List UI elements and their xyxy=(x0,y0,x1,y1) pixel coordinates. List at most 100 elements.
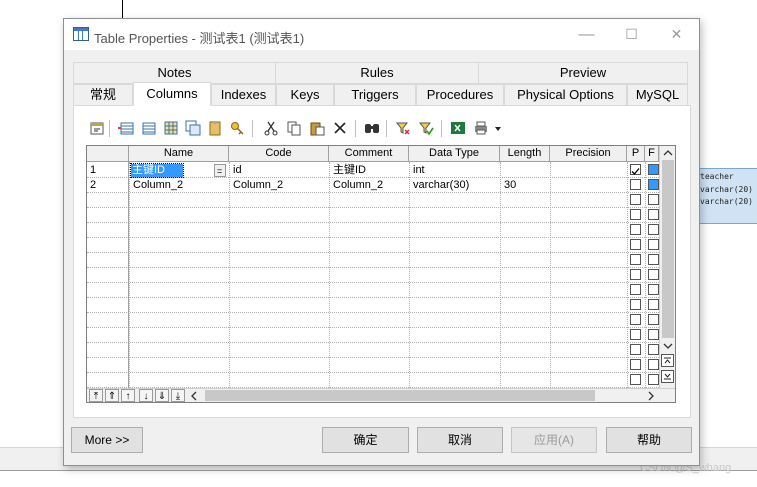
customize-columns-icon[interactable] xyxy=(418,120,434,136)
key-icon[interactable] xyxy=(229,120,245,136)
name-ellipsis-button[interactable]: = xyxy=(214,164,226,177)
move-up-button[interactable]: ↑ xyxy=(121,389,135,402)
foreign-key-checkbox[interactable] xyxy=(648,269,659,280)
maximize-button[interactable]: ☐ xyxy=(609,19,654,50)
foreign-key-checkbox[interactable] xyxy=(648,284,659,295)
foreign-key-checkbox[interactable] xyxy=(648,344,659,355)
tab-preview[interactable]: Preview xyxy=(478,62,688,84)
foreign-key-checkbox[interactable] xyxy=(648,314,659,325)
length-cell[interactable]: 30 xyxy=(501,178,549,193)
properties-icon[interactable] xyxy=(89,120,105,136)
more-button[interactable]: More >> xyxy=(71,427,143,453)
primary-key-checkbox[interactable] xyxy=(630,329,641,340)
primary-key-checkbox[interactable] xyxy=(630,359,641,370)
name-cell-selected[interactable]: 主键ID xyxy=(130,163,184,178)
minimize-button[interactable]: — xyxy=(564,19,609,50)
title-bar[interactable]: Table Properties - 测试表1 (测试表1) — ☐ ✕ xyxy=(64,19,699,50)
column-header-data-type[interactable]: Data Type xyxy=(409,146,500,162)
foreign-key-checkbox[interactable] xyxy=(648,359,659,370)
comment-cell[interactable]: 主键ID xyxy=(330,163,408,178)
foreign-key-checkbox[interactable] xyxy=(648,164,659,175)
foreign-key-checkbox[interactable] xyxy=(648,209,659,220)
tab-notes[interactable]: Notes xyxy=(73,62,276,84)
close-button[interactable]: ✕ xyxy=(654,19,699,50)
tab-columns[interactable]: Columns xyxy=(133,82,211,106)
primary-key-checkbox[interactable] xyxy=(630,284,641,295)
foreign-key-checkbox[interactable] xyxy=(648,179,659,190)
primary-key-checkbox[interactable] xyxy=(630,224,641,235)
column-header-comment[interactable]: Comment xyxy=(329,146,409,162)
foreign-key-checkbox[interactable] xyxy=(648,329,659,340)
ok-button[interactable]: 确定 xyxy=(322,427,409,453)
find-icon[interactable] xyxy=(364,120,380,136)
column-header-length[interactable]: Length xyxy=(500,146,550,162)
code-cell[interactable]: Column_2 xyxy=(230,178,328,193)
dropdown-icon[interactable] xyxy=(493,120,503,136)
tab-indexes[interactable]: Indexes xyxy=(211,84,276,106)
replicate-icon[interactable] xyxy=(185,120,201,136)
print-icon[interactable] xyxy=(473,120,489,136)
tab-general[interactable]: 常规 xyxy=(73,84,133,106)
help-button[interactable]: 帮助 xyxy=(606,427,692,453)
scroll-right-icon[interactable] xyxy=(647,391,655,401)
move-to-bottom-button[interactable]: ⤓ xyxy=(171,389,185,402)
page-down-button[interactable] xyxy=(661,370,674,383)
name-cell[interactable]: Column_2 xyxy=(130,178,228,193)
tab-triggers[interactable]: Triggers xyxy=(334,84,416,106)
foreign-key-checkbox[interactable] xyxy=(648,254,659,265)
primary-key-checkbox[interactable] xyxy=(630,299,641,310)
scroll-left-icon[interactable] xyxy=(190,391,198,401)
length-cell[interactable] xyxy=(501,163,549,178)
primary-key-checkbox[interactable] xyxy=(630,194,641,205)
foreign-key-checkbox[interactable] xyxy=(648,194,659,205)
column-header-precision[interactable]: Precision xyxy=(550,146,627,162)
scroll-up-icon[interactable] xyxy=(663,149,673,157)
excel-icon[interactable] xyxy=(450,120,466,136)
filter-icon[interactable] xyxy=(395,120,411,136)
scroll-down-icon[interactable] xyxy=(663,342,673,350)
precision-cell[interactable] xyxy=(551,163,626,178)
primary-key-checkbox[interactable] xyxy=(630,254,641,265)
move-down-button[interactable]: ↓ xyxy=(139,389,153,402)
primary-key-checkbox[interactable] xyxy=(630,179,641,190)
column-header-primary[interactable]: P xyxy=(627,146,645,162)
tab-keys[interactable]: Keys xyxy=(276,84,334,106)
tab-procedures[interactable]: Procedures xyxy=(416,84,504,106)
vertical-scrollbar[interactable] xyxy=(659,146,675,388)
foreign-key-checkbox[interactable] xyxy=(648,224,659,235)
insert-row-icon[interactable] xyxy=(118,120,134,136)
delete-icon[interactable] xyxy=(332,120,348,136)
copy-icon[interactable] xyxy=(286,120,302,136)
tab-mysql[interactable]: MySQL xyxy=(627,84,688,106)
data-type-cell[interactable]: int xyxy=(410,163,499,178)
move-page-up-button[interactable]: ⇑ xyxy=(105,389,119,402)
tab-physical-options[interactable]: Physical Options xyxy=(504,84,627,106)
primary-key-checkbox[interactable] xyxy=(630,164,641,175)
primary-key-checkbox[interactable] xyxy=(630,314,641,325)
apply-button[interactable]: 应用(A) xyxy=(511,427,597,453)
comment-cell[interactable]: Column_2 xyxy=(330,178,408,193)
column-header-code[interactable]: Code xyxy=(229,146,329,162)
primary-key-checkbox[interactable] xyxy=(630,374,641,385)
data-type-cell[interactable]: varchar(30) xyxy=(410,178,499,193)
cut-icon[interactable] xyxy=(263,120,279,136)
primary-key-checkbox[interactable] xyxy=(630,269,641,280)
foreign-key-checkbox[interactable] xyxy=(648,299,659,310)
foreign-key-checkbox[interactable] xyxy=(648,374,659,385)
column-header-foreign[interactable]: F xyxy=(645,146,659,162)
tab-rules[interactable]: Rules xyxy=(275,62,479,84)
add-columns-icon[interactable] xyxy=(163,120,179,136)
move-to-top-button[interactable]: ⤒ xyxy=(89,389,103,402)
page-up-button[interactable] xyxy=(661,354,674,367)
vertical-scroll-thumb[interactable] xyxy=(662,160,674,338)
horizontal-scroll-thumb[interactable] xyxy=(205,390,595,401)
column-header-name[interactable]: Name xyxy=(129,146,229,162)
cancel-button[interactable]: 取消 xyxy=(417,427,503,453)
move-page-down-button[interactable]: ⇓ xyxy=(155,389,169,402)
background-entity[interactable]: teacher varchar(20) varchar(20) xyxy=(695,168,757,224)
row-number[interactable]: 1 xyxy=(87,163,129,178)
precision-cell[interactable] xyxy=(551,178,626,193)
primary-key-checkbox[interactable] xyxy=(630,209,641,220)
paste-icon[interactable] xyxy=(309,120,325,136)
primary-key-checkbox[interactable] xyxy=(630,239,641,250)
